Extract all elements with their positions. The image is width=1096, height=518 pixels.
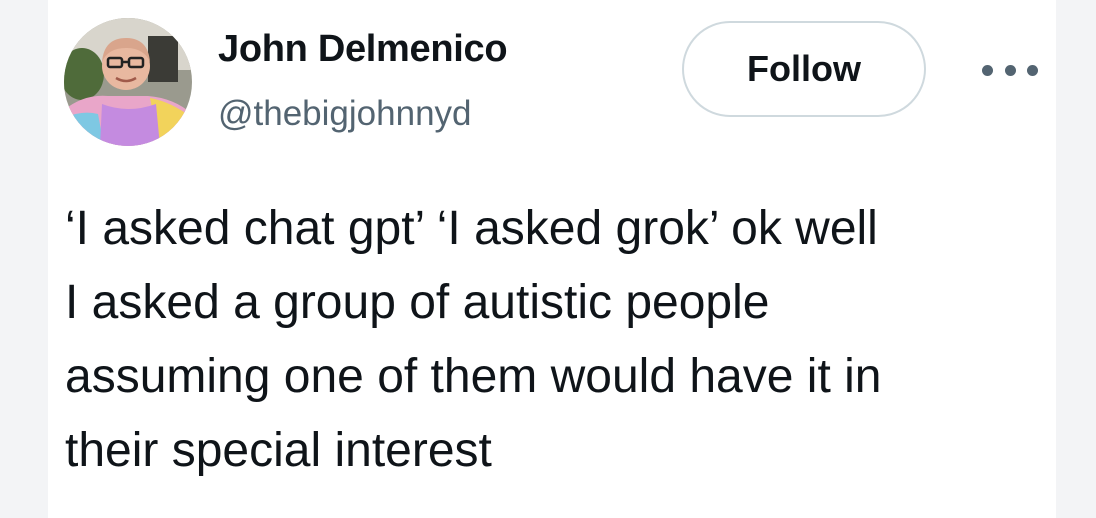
profile-photo-icon bbox=[64, 18, 192, 146]
more-dot bbox=[982, 64, 993, 76]
avatar[interactable] bbox=[64, 18, 192, 146]
author-handle[interactable]: @thebigjohnnyd bbox=[218, 94, 472, 134]
follow-button[interactable]: Follow bbox=[682, 21, 926, 117]
more-options-icon[interactable] bbox=[982, 56, 1038, 84]
author-name[interactable]: John Delmenico bbox=[218, 28, 508, 71]
tweet-text: ‘I asked chat gpt’ ‘I asked grok’ ok wel… bbox=[65, 202, 882, 477]
more-dot bbox=[1004, 64, 1016, 76]
tweet-card: John Delmenico @thebigjohnnyd Follow ‘I … bbox=[48, 0, 1056, 518]
more-dot bbox=[1027, 64, 1038, 76]
